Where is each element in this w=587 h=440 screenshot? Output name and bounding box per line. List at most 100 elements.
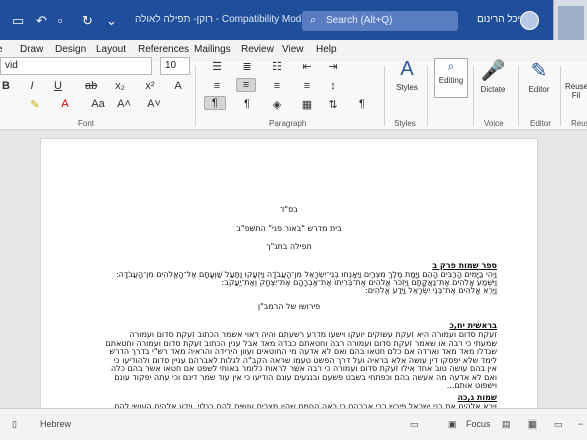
doc-line: וַיַּרְא אֱלֹהִים אֶת־בְּנֵי יִשְׂרָאֵל … (365, 286, 497, 295)
font-size-value: 10 (165, 60, 177, 71)
editor-button[interactable]: ✎ Editor (524, 58, 554, 94)
ltr-paragraph-icon[interactable]: ¶ (240, 98, 254, 110)
doc-heading: בראשית יח,כ (449, 321, 497, 330)
print-layout-icon[interactable]: ▦ (528, 419, 537, 430)
italic-button[interactable]: I (26, 80, 38, 92)
grow-font-icon[interactable]: A˄ (117, 98, 131, 110)
font-color-icon[interactable]: A (58, 98, 72, 110)
tab-view[interactable]: View (282, 44, 304, 55)
search-placeholder: Search (Alt+Q) (326, 15, 393, 26)
font-size-field[interactable]: 10 (160, 57, 190, 75)
language-indicator[interactable]: Hebrew (40, 419, 71, 429)
doc-line: שגדלו מאד מאד וארדה אם כלם חטאו בהם ואם … (109, 347, 497, 356)
rtl-paragraph-icon[interactable]: ¶ (204, 96, 226, 110)
increase-indent-icon[interactable]: ⇥ (326, 60, 340, 73)
tab-home-partial[interactable]: e (0, 44, 3, 55)
align-center-icon[interactable]: ≡ (236, 78, 256, 92)
tab-help[interactable]: Help (316, 44, 337, 55)
divider (560, 66, 561, 126)
multilevel-list-icon[interactable]: ☷ (270, 60, 284, 73)
shading-icon[interactable]: ◈ (270, 98, 284, 111)
decrease-indent-icon[interactable]: ⇤ (300, 60, 314, 73)
doc-line: ואם לא אדעה מה אעשה בהם וכפתחי בשבט פשעם… (114, 373, 497, 382)
tab-review[interactable]: Review (241, 44, 274, 55)
styles-label: Styles (396, 83, 418, 92)
divider (195, 66, 196, 126)
editing-label: Editing (438, 76, 464, 85)
line-spacing-icon[interactable]: ↕ (326, 80, 340, 92)
doc-heading: שמות ג,כה (457, 393, 498, 402)
change-case-icon[interactable]: Aa (88, 98, 108, 110)
font-name-field[interactable]: vid (0, 57, 152, 75)
read-mode-icon[interactable]: ▤ (502, 419, 511, 430)
tab-layout[interactable]: Layout (96, 44, 126, 55)
status-bar: ▯ Hebrew ▭ ▣ Focus ▤ ▦ ▭ − (0, 408, 587, 440)
divider (427, 66, 428, 126)
microphone-icon: 🎤 (480, 60, 506, 82)
tab-draw[interactable]: Draw (20, 44, 43, 55)
group-label-styles: Styles (394, 119, 416, 128)
font-name-value: vid (5, 60, 18, 71)
editor-icon: ✎ (530, 60, 548, 82)
redo-icon[interactable]: ↻ (82, 13, 93, 29)
editing-button[interactable]: ⌕ Editing (434, 58, 468, 98)
doc-line-subject: תפילה בתנ"ך (266, 242, 312, 251)
undo-icon[interactable]: ↶ (36, 13, 47, 29)
tab-references[interactable]: References (138, 44, 189, 55)
styles-button[interactable]: A Styles (392, 58, 422, 92)
dictate-button[interactable]: 🎤 Dictate (478, 58, 508, 94)
editor-label: Editor (528, 85, 550, 94)
highlight-icon[interactable]: ✎ (28, 98, 42, 111)
underline-button[interactable]: U (52, 80, 64, 92)
save-icon[interactable]: ▫ (58, 13, 63, 28)
editing-icon: ⌕ (447, 59, 455, 73)
tab-design[interactable]: Design (55, 44, 86, 55)
avatar[interactable] (520, 11, 539, 30)
numbering-icon[interactable]: ≣ (240, 60, 254, 73)
focus-icon[interactable]: ▣ (448, 419, 457, 430)
dictate-label: Dictate (480, 85, 506, 94)
justify-icon[interactable]: ≡ (300, 80, 314, 92)
bold-button[interactable]: B (0, 80, 12, 92)
document-canvas: בס"ד בית מדרש "באור פני" התשפ"ב תפילה בת… (0, 130, 587, 418)
focus-mode-label[interactable]: Focus (466, 419, 491, 429)
reuse-files-label-1: Reuse (565, 82, 587, 91)
search-box[interactable]: ⌕ Search (Alt+Q) (302, 11, 458, 31)
title-bar: ▭ ↶ ▫ ↻ ⌄ רוקן- תפילה לאולה - Compatibil… (0, 0, 587, 40)
bullets-icon[interactable]: ☰ (210, 60, 224, 73)
document-page[interactable]: בס"ד בית מדרש "באור פני" התשפ"ב תפילה בת… (40, 138, 538, 418)
group-label-reuse: Reuse (571, 119, 587, 128)
align-left-icon[interactable]: ≡ (210, 80, 224, 92)
shrink-font-icon[interactable]: A˅ (147, 98, 161, 110)
zoom-out-icon[interactable]: − (578, 419, 583, 429)
customize-icon[interactable]: ⌄ (106, 13, 117, 29)
divider (384, 66, 385, 126)
doc-line-beit-midrash: בית מדרש "באור פני" התשפ"ב (236, 224, 342, 233)
display-settings-icon[interactable]: ▭ (410, 419, 419, 430)
group-label-editor: Editor (530, 119, 551, 128)
strikethrough-button[interactable]: ab (85, 80, 97, 92)
doc-line: אין בהם עושה טוב אחד אילו זעקת סדום ועמו… (110, 364, 497, 373)
text-effects-icon[interactable]: A (172, 80, 184, 92)
group-label-font: Font (78, 119, 95, 128)
subscript-button[interactable]: x₂ (114, 80, 126, 92)
divider (518, 66, 519, 126)
borders-icon[interactable]: ▦ (300, 98, 314, 111)
doc-line: וישפוט אותם... (446, 381, 497, 390)
doc-line-bsd: בס"ד (280, 205, 298, 214)
show-marks-icon[interactable]: ¶ (355, 98, 369, 110)
autosave-icon[interactable]: ▭ (12, 13, 24, 29)
book-icon[interactable]: ▯ (12, 419, 17, 430)
styles-icon: A (400, 58, 414, 80)
align-right-icon[interactable]: ≡ (270, 80, 284, 92)
sort-icon[interactable]: ⇅ (326, 98, 340, 111)
reuse-files-button[interactable]: Reuse Fil (565, 82, 587, 100)
group-label-voice: Voice (484, 119, 504, 128)
tab-mailings[interactable]: Mailings (194, 44, 231, 55)
search-icon: ⌕ (310, 14, 317, 26)
group-label-paragraph: Paragraph (269, 119, 307, 128)
web-layout-icon[interactable]: ▭ (554, 419, 563, 430)
superscript-button[interactable]: x² (144, 80, 156, 92)
doc-heading: ספר שמות פרק ב (432, 261, 497, 270)
divider (473, 66, 474, 126)
